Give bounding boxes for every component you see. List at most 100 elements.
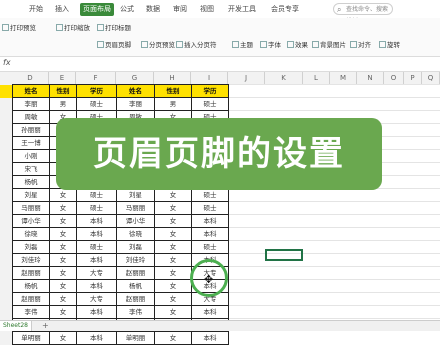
- table-cell[interactable]: 女: [154, 240, 192, 254]
- command-search-input[interactable]: ⌕ 查找命令、搜索模板: [333, 3, 393, 25]
- ribbon-print-scale[interactable]: 打印缩放: [56, 23, 90, 33]
- table-cell[interactable]: 女: [154, 279, 192, 293]
- table-cell[interactable]: 本科: [191, 214, 229, 228]
- ribbon-align[interactable]: 对齐: [350, 40, 371, 50]
- table-cell[interactable]: 女: [49, 253, 77, 267]
- table-cell[interactable]: 本科: [76, 214, 117, 228]
- ribbon-print-titles[interactable]: 打印标题: [97, 23, 131, 33]
- table-cell[interactable]: 赵丽丽: [116, 292, 155, 306]
- table-cell[interactable]: 本科: [76, 305, 117, 319]
- header-cell[interactable]: 性别: [49, 84, 77, 98]
- table-cell[interactable]: 李丽: [116, 97, 155, 111]
- header-cell[interactable]: 学历: [76, 84, 117, 98]
- table-cell[interactable]: 谭小华: [12, 214, 50, 228]
- table-cell[interactable]: 孙丽丽: [12, 123, 50, 137]
- table-cell[interactable]: 女: [154, 292, 192, 306]
- formula-bar[interactable]: fx: [0, 57, 440, 72]
- table-cell[interactable]: 硕士: [76, 201, 117, 215]
- table-cell[interactable]: 硕士: [191, 201, 229, 215]
- table-cell[interactable]: 女: [154, 214, 192, 228]
- table-cell[interactable]: 单明丽: [116, 331, 155, 345]
- col-header-l[interactable]: L: [303, 72, 330, 84]
- table-cell[interactable]: 硕士: [191, 188, 229, 202]
- table-cell[interactable]: 女: [49, 292, 77, 306]
- col-header-j[interactable]: J: [228, 72, 265, 84]
- header-cell[interactable]: 学历: [191, 84, 229, 98]
- table-cell[interactable]: 本科: [191, 331, 229, 345]
- table-cell[interactable]: 谭小华: [116, 214, 155, 228]
- col-header-o[interactable]: O: [384, 72, 404, 84]
- ribbon-header-footer[interactable]: 页眉页脚: [97, 40, 131, 50]
- table-cell[interactable]: 女: [49, 331, 77, 345]
- table-cell[interactable]: 周敏: [12, 110, 50, 124]
- table-cell[interactable]: 女: [49, 305, 77, 319]
- table-cell[interactable]: 本科: [191, 227, 229, 241]
- table-cell[interactable]: 杨帆: [12, 175, 50, 189]
- table-cell[interactable]: 徐晓: [12, 227, 50, 241]
- ribbon-background-image[interactable]: 背景图片: [312, 40, 346, 50]
- table-cell[interactable]: 本科: [76, 253, 117, 267]
- table-cell[interactable]: 赵丽丽: [116, 266, 155, 280]
- table-cell[interactable]: 本科: [191, 305, 229, 319]
- col-header-n[interactable]: N: [357, 72, 384, 84]
- table-cell[interactable]: 硕士: [191, 97, 229, 111]
- tab-start[interactable]: 开始: [26, 3, 46, 16]
- col-header-q[interactable]: Q: [422, 72, 440, 84]
- table-cell[interactable]: 硕士: [76, 188, 117, 202]
- table-cell[interactable]: 杨帆: [12, 279, 50, 293]
- table-cell[interactable]: 女: [49, 266, 77, 280]
- table-cell[interactable]: 女: [154, 201, 192, 215]
- table-cell[interactable]: 硕士: [76, 97, 117, 111]
- table-cell[interactable]: 硕士: [76, 240, 117, 254]
- tab-data[interactable]: 数据: [143, 3, 163, 16]
- table-cell[interactable]: 刘佳玲: [12, 253, 50, 267]
- table-cell[interactable]: 单明丽: [12, 331, 50, 345]
- ribbon-page-break-preview[interactable]: 分页预览: [141, 40, 175, 50]
- table-cell[interactable]: 本科: [76, 227, 117, 241]
- table-cell[interactable]: 女: [154, 227, 192, 241]
- header-cell[interactable]: 姓名: [12, 84, 50, 98]
- table-cell[interactable]: 李丽: [12, 97, 50, 111]
- table-cell[interactable]: 刘佳玲: [116, 253, 155, 267]
- table-cell[interactable]: 王一博: [12, 136, 50, 150]
- ribbon-insert-page-break[interactable]: 插入分页符: [176, 40, 217, 50]
- tab-member[interactable]: 会员专享: [268, 3, 302, 16]
- col-header-f[interactable]: F: [76, 72, 116, 84]
- header-cell[interactable]: 姓名: [116, 84, 155, 98]
- table-cell[interactable]: 刘星: [116, 188, 155, 202]
- col-header-h[interactable]: H: [154, 72, 191, 84]
- table-cell[interactable]: 男: [49, 97, 77, 111]
- table-cell[interactable]: 女: [154, 188, 192, 202]
- table-cell[interactable]: 男: [154, 97, 192, 111]
- table-cell[interactable]: 女: [49, 214, 77, 228]
- table-cell[interactable]: 赵丽丽: [12, 266, 50, 280]
- table-cell[interactable]: 刘磊: [12, 240, 50, 254]
- table-cell[interactable]: 硕士: [191, 240, 229, 254]
- col-header-p[interactable]: P: [404, 72, 422, 84]
- tab-page-layout[interactable]: 页面布局: [80, 3, 114, 16]
- table-cell[interactable]: 刘星: [12, 188, 50, 202]
- ribbon-theme[interactable]: 主题: [232, 40, 253, 50]
- col-header-g[interactable]: G: [116, 72, 154, 84]
- table-cell[interactable]: 赵丽丽: [12, 292, 50, 306]
- col-header-m[interactable]: M: [330, 72, 357, 84]
- tab-insert[interactable]: 插入: [52, 3, 72, 16]
- table-cell[interactable]: 女: [154, 253, 192, 267]
- tab-view[interactable]: 视图: [197, 3, 217, 16]
- table-cell[interactable]: 刘磊: [116, 240, 155, 254]
- table-cell[interactable]: 小刚: [12, 149, 50, 163]
- table-cell[interactable]: 女: [49, 188, 77, 202]
- table-cell[interactable]: 女: [49, 227, 77, 241]
- table-cell[interactable]: 女: [49, 201, 77, 215]
- table-cell[interactable]: 大专: [76, 292, 117, 306]
- table-cell[interactable]: 女: [154, 331, 192, 345]
- table-cell[interactable]: 马丽丽: [116, 201, 155, 215]
- table-cell[interactable]: 本科: [76, 331, 117, 345]
- header-cell[interactable]: 性别: [154, 84, 192, 98]
- tab-review[interactable]: 审阅: [170, 3, 190, 16]
- table-cell[interactable]: 大专: [76, 266, 117, 280]
- col-header-i[interactable]: I: [191, 72, 228, 84]
- table-cell[interactable]: 徐晓: [116, 227, 155, 241]
- table-cell[interactable]: 女: [154, 305, 192, 319]
- tab-formulas[interactable]: 公式: [117, 3, 137, 16]
